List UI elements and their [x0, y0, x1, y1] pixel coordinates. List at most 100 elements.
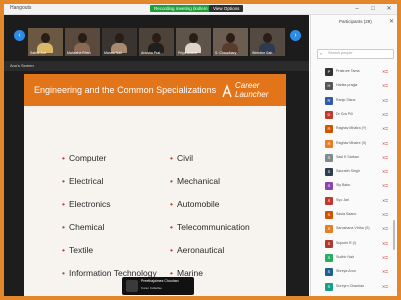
mic-off-icon[interactable]: ✕⎕ [382, 183, 388, 188]
bullet: • [62, 245, 65, 255]
specialization-item: • Mechanical [170, 176, 220, 186]
specialization-label: Civil [176, 153, 194, 163]
participant-row[interactable]: S Saroshana Vhtha (S) ✕⎕ [311, 223, 397, 236]
participant-head [263, 33, 272, 43]
participants-panel: Participants (29) ✕ ⌕ Search people P Pra… [310, 15, 397, 296]
participant-tile[interactable]: Mahasha Bhan [65, 28, 100, 56]
logo-line2: Launcher [235, 90, 269, 99]
participant-tile[interactable]: Priya Anand [176, 28, 211, 56]
participant-row[interactable]: P Prakrure Tama ✕⎕ [311, 66, 397, 79]
participant-avatar: R [325, 139, 333, 148]
participant-head [189, 33, 198, 43]
participant-name: Syo Jari [336, 197, 349, 202]
minimize-button[interactable]: – [349, 4, 365, 14]
panel-title: Participants (29) [339, 19, 372, 24]
mic-off-icon[interactable]: ✕⎕ [382, 69, 388, 74]
specialization-item: • Civil [170, 153, 193, 163]
active-speaker-card[interactable]: Preethajaimes Chouhan Kuran Collarfae [122, 277, 194, 295]
panel-scrollbar[interactable] [393, 220, 395, 250]
mic-off-icon[interactable]: ✕⎕ [382, 83, 388, 88]
participant-name: Sasi K Sarkan [336, 154, 359, 159]
participant-name: Sudhir Nair [336, 254, 354, 259]
mic-off-icon[interactable]: ✕⎕ [382, 98, 388, 103]
bullet: • [170, 153, 173, 163]
mic-off-icon[interactable]: ✕⎕ [382, 141, 388, 146]
participant-row[interactable]: S Syo Jari ✕⎕ [311, 195, 397, 208]
close-window-button[interactable]: ✕ [381, 4, 397, 14]
specialization-label: Electrical [68, 176, 104, 186]
participant-row[interactable]: S Sudhir Nair ✕⎕ [311, 252, 397, 265]
participant-strip: ‹ Sabile Ant Mahasha Bhan Manda Nair Anusha… [4, 15, 309, 61]
participant-tile[interactable]: Wrenthe Sah [250, 28, 285, 56]
participant-tile[interactable]: Manda Nair [102, 28, 137, 56]
participant-row[interactable]: S Sasi K Sarkan ✕⎕ [311, 152, 397, 165]
strip-prev-button[interactable]: ‹ [14, 30, 25, 41]
participant-name: Shreya Arun [336, 269, 356, 274]
participant-avatar: S [325, 153, 333, 162]
maximize-button[interactable]: □ [365, 4, 381, 14]
participant-name: Ranjo Sisna [336, 97, 356, 102]
participant-tile[interactable]: Sabile Ant [28, 28, 63, 56]
participant-row[interactable]: S Sly Babu ✕⎕ [311, 180, 397, 193]
participant-head [226, 33, 235, 43]
specialization-label: Textile [68, 245, 94, 255]
participant-row[interactable]: R Ranjo Sisna ✕⎕ [311, 95, 397, 108]
slide-banner: Engineering and the Common Specializatio… [24, 74, 286, 106]
participant-row[interactable]: S Sujoohi R (I) ✕⎕ [311, 238, 397, 251]
participant-tile-name: Wrenthe Sah [252, 51, 273, 55]
participant-tile[interactable]: S. Chaudhary [213, 28, 248, 56]
participant-avatar: S [325, 253, 333, 262]
slide-title: Engineering and the Common Specializatio… [34, 85, 217, 95]
close-panel-icon[interactable]: ✕ [389, 18, 394, 25]
mic-off-icon[interactable]: ✕⎕ [382, 241, 388, 246]
specialization-label: Electronics [68, 199, 111, 209]
mic-off-icon[interactable]: ✕⎕ [382, 169, 388, 174]
speaker-name: Preethajaimes Chouhan [141, 279, 179, 283]
bullet: • [170, 176, 173, 186]
shared-slide: Engineering and the Common Specializatio… [24, 74, 286, 296]
mic-off-icon[interactable]: ✕⎕ [382, 126, 388, 131]
participant-name: Saurabh Singh [336, 169, 360, 174]
participant-avatar: P [325, 68, 333, 76]
specialization-item: • Telecommunication [170, 222, 250, 232]
mic-off-icon[interactable]: ✕⎕ [382, 198, 388, 203]
participant-row[interactable]: D Dr Gra Pili ✕⎕ [311, 109, 397, 122]
participant-avatar: S [325, 211, 333, 219]
view-options-button[interactable]: View Options [209, 5, 244, 12]
participant-name: Harika pragla [336, 83, 358, 88]
participant-tile-name: S. Chaudhary [215, 51, 237, 55]
participant-row[interactable]: S Saurabh Singh ✕⎕ [311, 166, 397, 179]
search-people-input[interactable]: ⌕ Search people [317, 49, 394, 59]
specialization-label: Aeronautical [176, 245, 225, 255]
mic-off-icon[interactable]: ✕⎕ [382, 112, 388, 117]
mic-off-icon[interactable]: ✕⎕ [382, 226, 388, 231]
participant-row[interactable]: R Raghav Mhatra (Y) ✕⎕ [311, 123, 397, 136]
bullet: • [170, 199, 173, 209]
participant-name: Sly Babu [336, 183, 351, 188]
strip-next-button[interactable]: › [290, 30, 301, 41]
participant-tile[interactable]: Anusha Pral [139, 28, 174, 56]
mic-off-icon[interactable]: ✕⎕ [382, 255, 388, 260]
participant-avatar: H [325, 82, 333, 91]
participant-head [115, 33, 124, 43]
speaker-avatar [126, 280, 138, 292]
participant-row[interactable]: S Sureyrn Chauhan ✕⎕ [311, 281, 397, 294]
title-bar: Hangouts Recording meeting (kollem Hate … [4, 4, 397, 15]
participant-row[interactable]: R Raghav Mhatre (II) ✕⎕ [311, 138, 397, 151]
mic-off-icon[interactable]: ✕⎕ [382, 284, 388, 289]
career-launcher-logo: Career Launcher [221, 80, 281, 102]
participant-tile-name: Mahasha Bhan [67, 51, 91, 55]
mic-off-icon[interactable]: ✕⎕ [382, 155, 388, 160]
participant-name: Prakrure Tama [336, 69, 360, 73]
participant-head [152, 33, 161, 43]
specialization-item: • Automobile [170, 199, 220, 209]
participant-tile-name: Manda Nair [104, 51, 123, 55]
logo-mark-icon [222, 84, 232, 98]
panel-header: Participants (29) ✕ [311, 15, 397, 29]
specialization-label: Chemical [68, 222, 105, 232]
participant-row[interactable]: S Shreya Arun ✕⎕ [311, 266, 397, 279]
mic-off-icon[interactable]: ✕⎕ [382, 269, 388, 274]
mic-off-icon[interactable]: ✕⎕ [382, 212, 388, 217]
participant-row[interactable]: S Savia Saanu ✕⎕ [311, 209, 397, 222]
participant-row[interactable]: H Harika pragla ✕⎕ [311, 80, 397, 93]
